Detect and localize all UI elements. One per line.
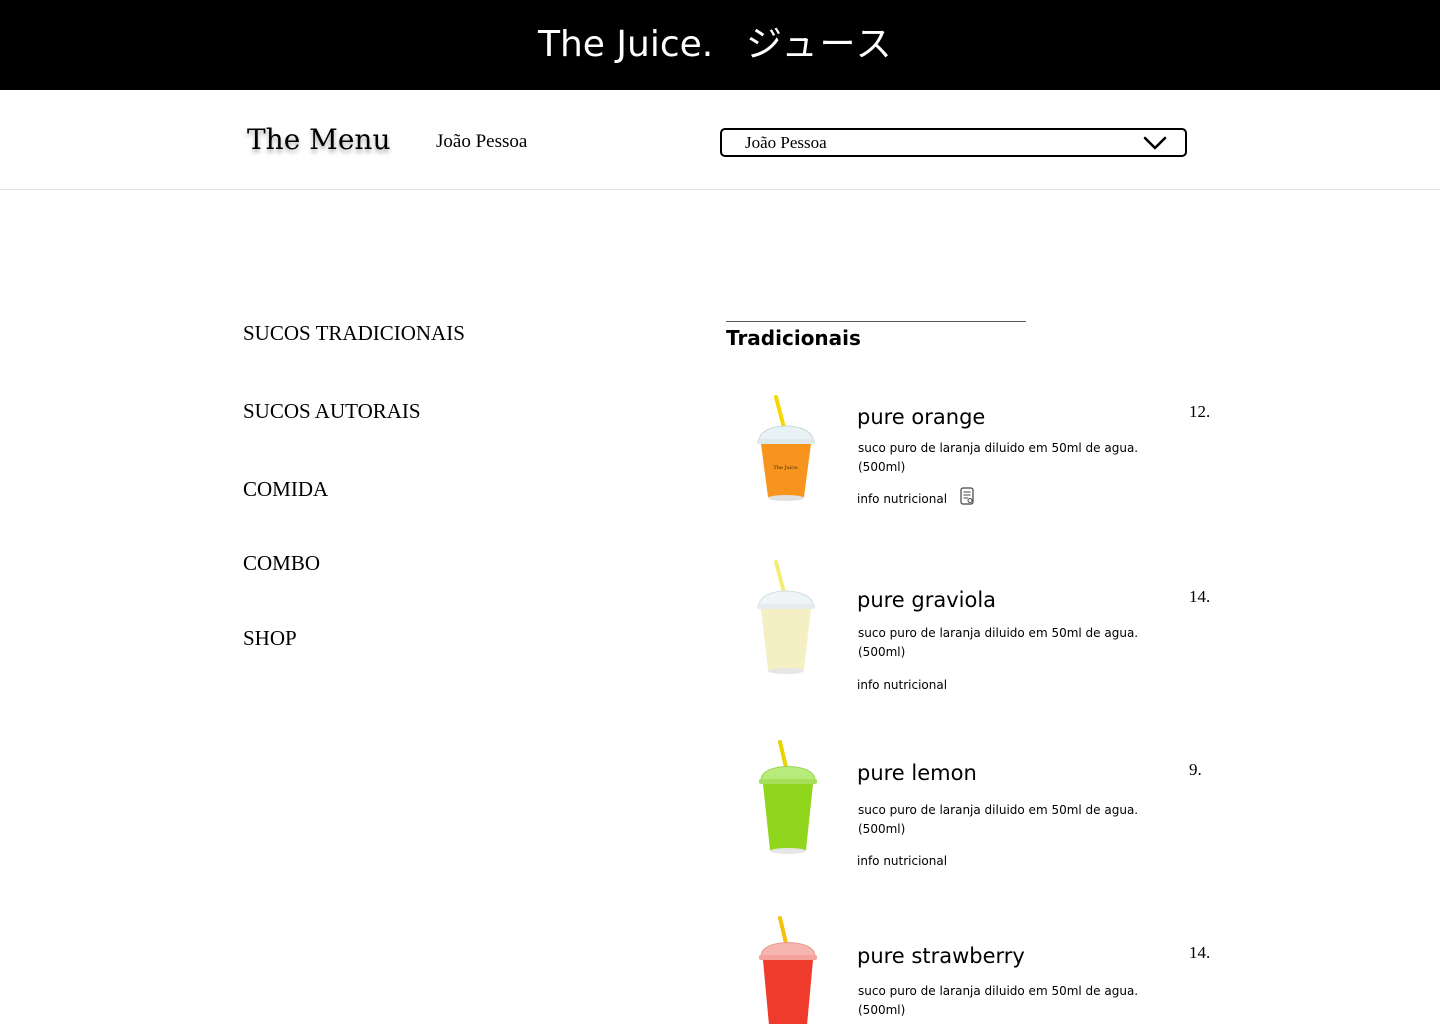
product-price: 9. xyxy=(1189,760,1202,779)
juice-cup-image: The Juice. xyxy=(757,395,815,501)
category-shop[interactable]: SHOP xyxy=(243,625,297,651)
svg-text:The Juice.: The Juice. xyxy=(773,465,799,471)
product-name: pure strawberry xyxy=(857,944,1025,968)
section-divider xyxy=(726,321,1026,322)
nutrition-info-link[interactable]: info nutricional xyxy=(857,491,947,507)
product-price: 14. xyxy=(1189,587,1211,606)
category-comida[interactable]: COMIDA xyxy=(243,476,328,502)
current-city-label: João Pessoa xyxy=(436,131,528,152)
juice-cup-image xyxy=(759,740,817,854)
product-item[interactable]: pure lemon 9. suco puro de laranja dilui… xyxy=(726,740,1226,890)
nutrition-document-icon[interactable] xyxy=(960,487,974,505)
product-item[interactable]: pure strawberry 14. suco puro de laranja… xyxy=(726,916,1226,1024)
nutrition-info-link[interactable]: info nutricional xyxy=(857,853,947,869)
brand-japanese: ジュース xyxy=(746,24,894,65)
city-select[interactable]: João Pessoa xyxy=(720,128,1187,157)
city-select-value: João Pessoa xyxy=(745,133,827,152)
product-description: suco puro de laranja diluido em 50ml de … xyxy=(858,626,1139,659)
juice-cup-image xyxy=(757,560,815,674)
product-description: suco puro de laranja diluido em 50ml de … xyxy=(858,441,1139,474)
section-title: Tradicionais xyxy=(726,326,861,350)
product-name: pure lemon xyxy=(857,761,977,785)
product-item[interactable]: The Juice. pure orange 12. suco puro de … xyxy=(726,395,1226,545)
nutrition-info-link[interactable]: info nutricional xyxy=(857,677,947,693)
juice-cup-image xyxy=(759,916,817,1024)
product-name: pure orange xyxy=(857,405,986,429)
category-sucos-tradicionais[interactable]: SUCOS TRADICIONAIS xyxy=(243,320,465,346)
product-description: suco puro de laranja diluido em 50ml de … xyxy=(858,803,1139,836)
menu-header: The Menu João Pessoa João Pessoa xyxy=(0,90,1440,190)
category-sucos-autorais[interactable]: SUCOS AUTORAIS xyxy=(243,398,421,424)
brand-logo[interactable]: The Juice. xyxy=(538,22,713,68)
product-name: pure graviola xyxy=(857,588,997,612)
product-price: 14. xyxy=(1189,943,1211,962)
page-title: The Menu xyxy=(247,123,391,156)
product-description: suco puro de laranja diluido em 50ml de … xyxy=(858,984,1139,1017)
category-combo[interactable]: COMBO xyxy=(243,550,320,576)
product-price: 12. xyxy=(1189,402,1211,421)
product-item[interactable]: pure graviola 14. suco puro de laranja d… xyxy=(726,560,1226,710)
chevron-down-icon xyxy=(1143,136,1167,150)
top-bar: The Juice. ジュース xyxy=(0,0,1440,90)
